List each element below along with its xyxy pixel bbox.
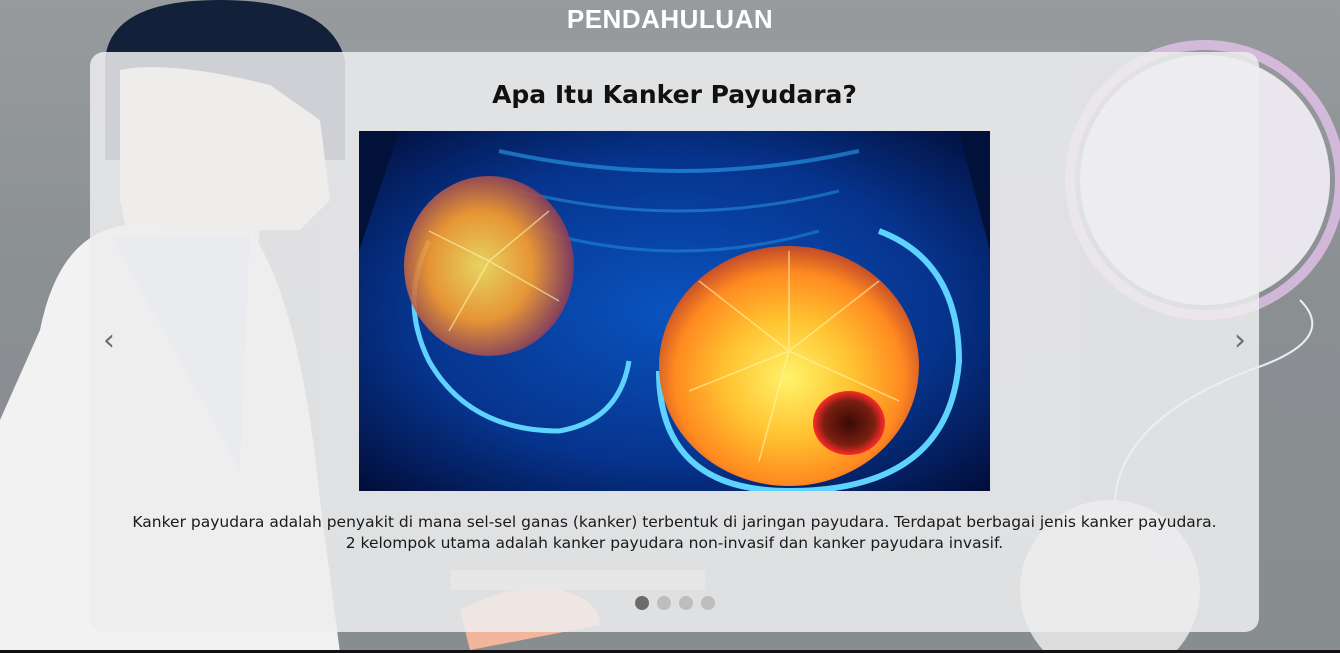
slide-title: Apa Itu Kanker Payudara? (492, 80, 857, 109)
carousel-dot-2[interactable] (656, 596, 671, 610)
carousel-dot-4[interactable] (700, 596, 715, 610)
carousel-card: Apa Itu Kanker Payudara? Kanker payudara… (90, 52, 1259, 632)
carousel-dot-3[interactable] (678, 596, 693, 610)
carousel-indicators (90, 596, 1259, 610)
carousel-dot-1[interactable] (634, 596, 649, 610)
carousel-next-button[interactable]: › (1228, 322, 1252, 358)
slide-description: Kanker payudara adalah penyakit di mana … (132, 513, 1217, 552)
page-title: PENDAHULUAN (566, 4, 774, 34)
slide-image (359, 131, 990, 491)
breast-anatomy-image (359, 131, 990, 491)
carousel-prev-button[interactable]: ‹ (97, 322, 121, 358)
